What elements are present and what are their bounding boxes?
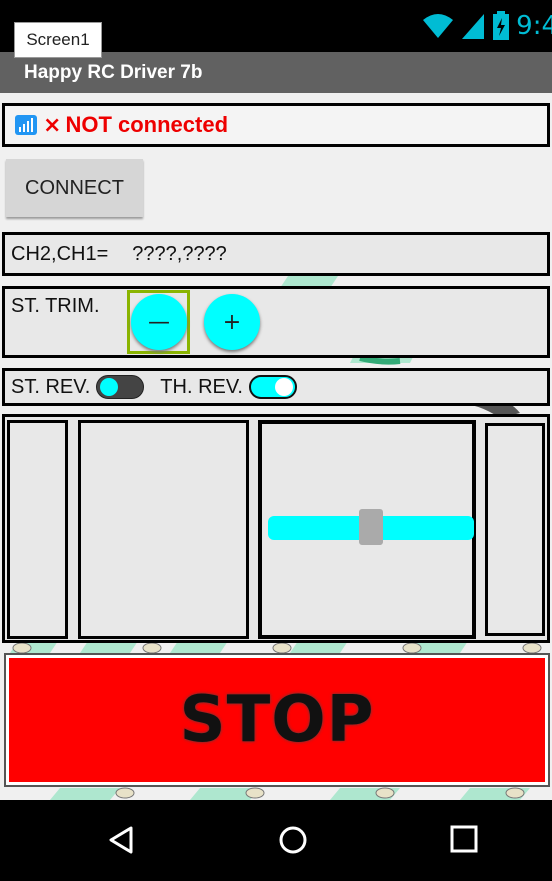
channel-value: ????,???? xyxy=(132,242,227,265)
right-spacer-panel xyxy=(485,423,545,636)
home-icon[interactable] xyxy=(278,825,308,855)
stop-button-frame: STOP xyxy=(4,653,550,787)
channel-label: CH2,CH1= xyxy=(11,242,109,265)
connection-status-row: × NOT connected xyxy=(2,103,550,147)
recents-icon[interactable] xyxy=(450,825,478,853)
throttle-slider-thumb[interactable] xyxy=(359,509,383,545)
signal-icon xyxy=(462,14,485,39)
control-pad-area xyxy=(2,414,550,643)
reverse-switch-row: ST. REV. TH. REV. xyxy=(2,368,550,406)
steering-reverse-switch[interactable] xyxy=(96,375,145,399)
connection-status-text: NOT connected xyxy=(65,112,229,137)
switch-knob xyxy=(274,378,293,396)
steering-trim-label: ST. TRIM. xyxy=(11,295,100,317)
steering-reverse-label: ST. REV. xyxy=(11,375,91,398)
throttle-slider[interactable] xyxy=(268,509,474,545)
back-icon[interactable] xyxy=(107,825,135,855)
bluetooth-signal-icon xyxy=(15,115,37,135)
app-title: Happy RC Driver 7b xyxy=(24,61,203,83)
throttle-reverse-label: TH. REV. xyxy=(160,375,243,398)
disconnected-mark: × xyxy=(43,112,62,138)
main-content: × NOT connected CONNECT CH2,CH1= ????,??… xyxy=(0,93,552,800)
app-screen: 9:4 Screen1 Happy RC Driver 7b × NOT con… xyxy=(0,0,552,881)
steering-trim-row: ST. TRIM. — + xyxy=(2,286,550,358)
navigation-bar xyxy=(0,800,552,881)
app-title-bar: Happy RC Driver 7b xyxy=(0,52,552,93)
steering-touch-pad[interactable] xyxy=(78,420,249,639)
throttle-slider-panel xyxy=(258,420,476,639)
connect-button[interactable]: CONNECT xyxy=(6,159,143,217)
battery-icon xyxy=(493,11,510,40)
screen-tab-label: Screen1 xyxy=(14,22,102,58)
left-spacer-panel xyxy=(7,420,68,639)
switch-knob xyxy=(100,378,119,396)
stop-button[interactable]: STOP xyxy=(9,658,545,782)
throttle-reverse-switch[interactable] xyxy=(248,375,297,399)
trim-minus-button[interactable]: — xyxy=(131,294,187,350)
wifi-icon xyxy=(423,14,454,38)
trim-plus-button[interactable]: + xyxy=(204,294,260,350)
status-time: 9:4 xyxy=(516,11,552,41)
channel-readout-row: CH2,CH1= ????,???? xyxy=(2,232,550,276)
